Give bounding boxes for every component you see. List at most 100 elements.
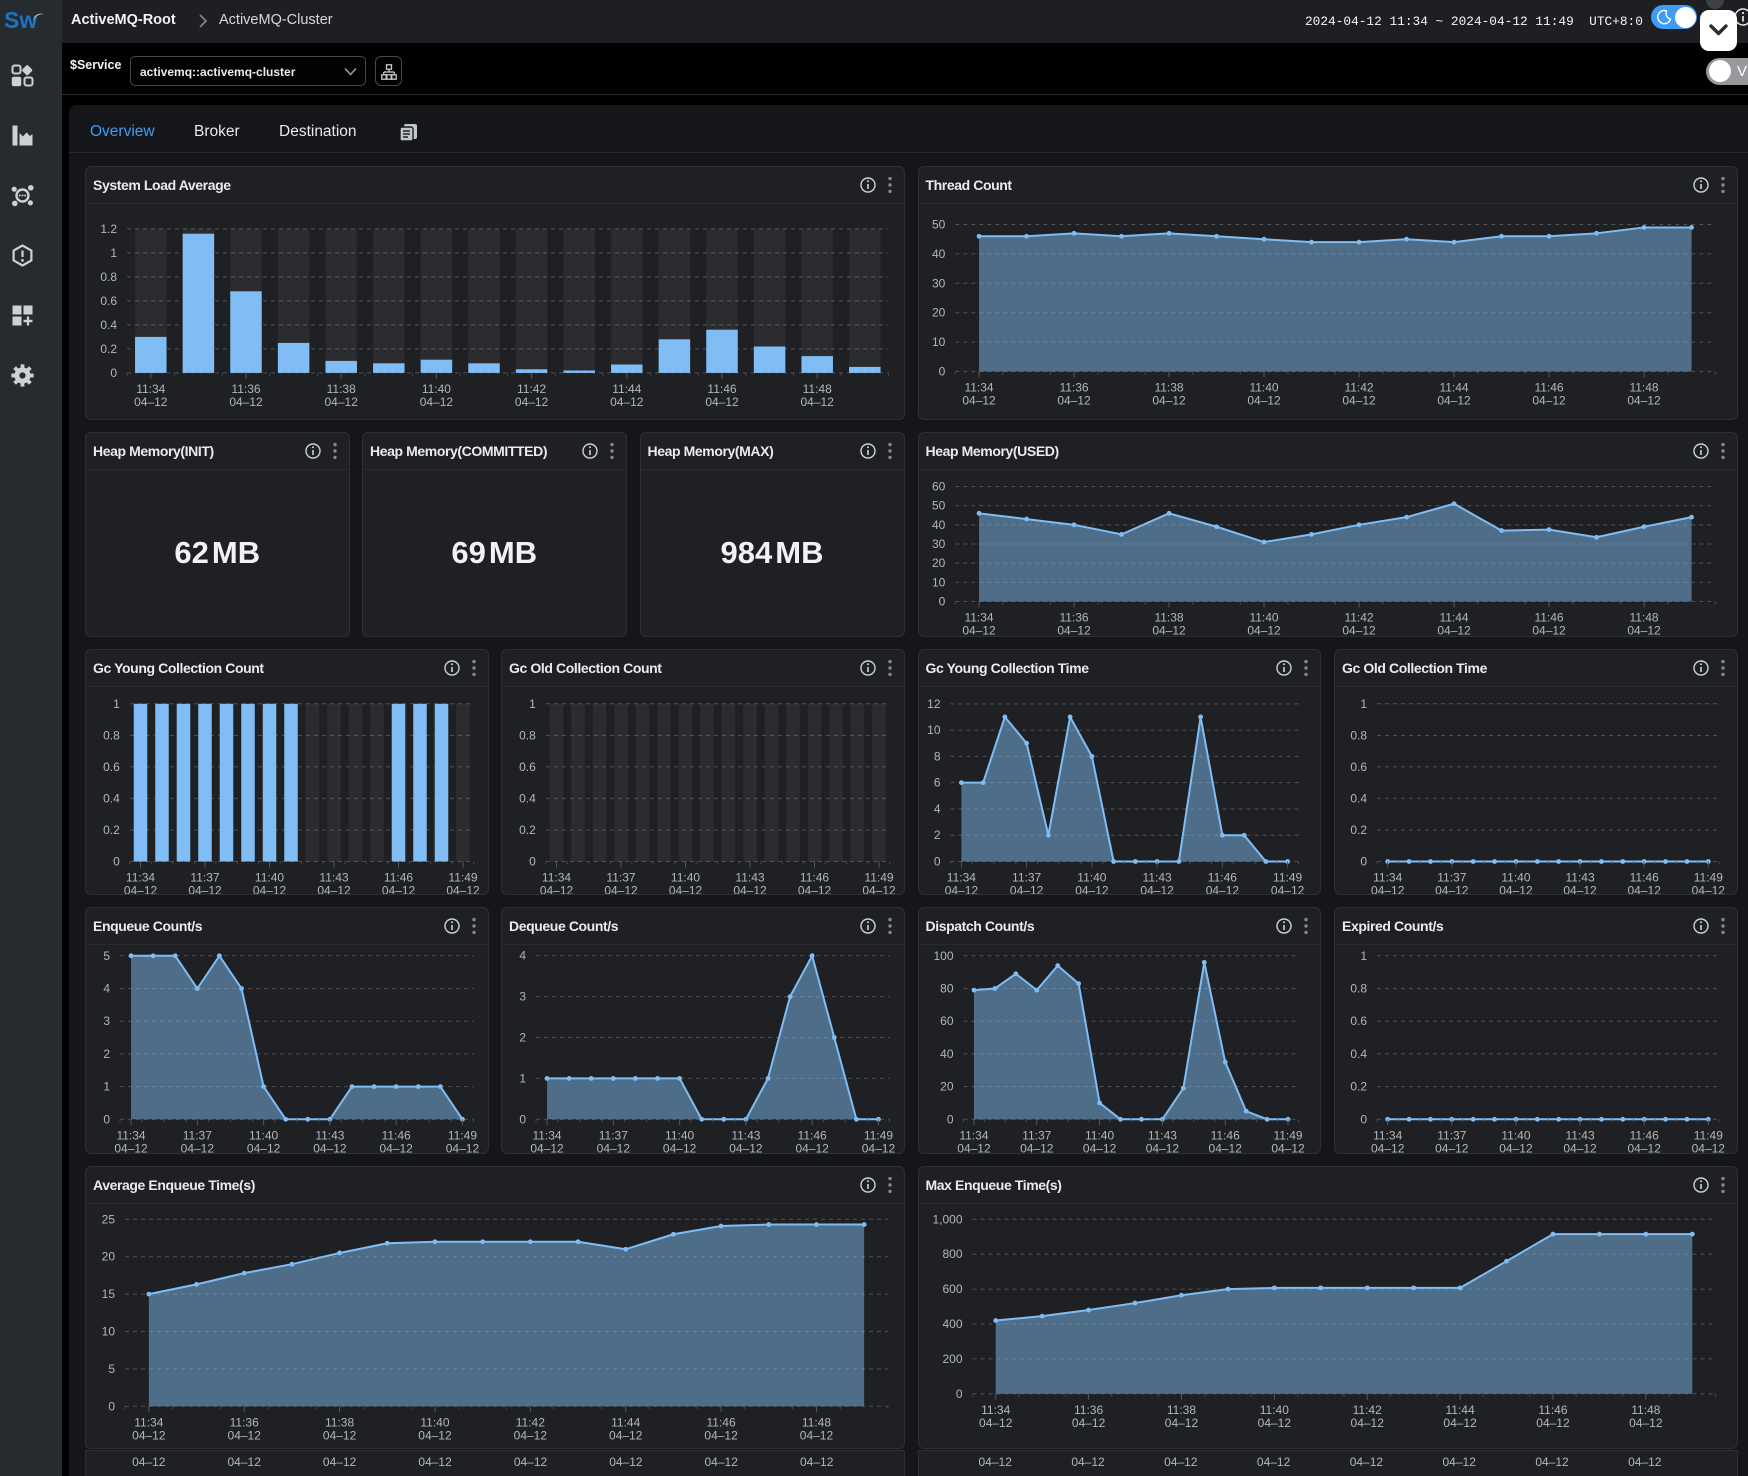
svg-text:0.6: 0.6 <box>1350 1014 1367 1028</box>
svg-text:04–12: 04–12 <box>1205 883 1239 894</box>
svg-text:11:38: 11:38 <box>325 1415 354 1429</box>
svg-text:04–12: 04–12 <box>669 883 703 894</box>
svg-text:11:37: 11:37 <box>1022 1128 1051 1142</box>
svg-text:04–12: 04–12 <box>124 883 158 894</box>
svg-text:4: 4 <box>103 981 110 995</box>
svg-text:04–12: 04–12 <box>1071 1455 1105 1469</box>
svg-text:1: 1 <box>103 1079 110 1093</box>
svg-text:0.2: 0.2 <box>100 341 117 355</box>
svg-text:04–12: 04–12 <box>795 1141 829 1153</box>
svg-text:5: 5 <box>103 948 110 962</box>
svg-text:04–12: 04–12 <box>1075 883 1109 894</box>
svg-text:11:46: 11:46 <box>1534 610 1563 624</box>
svg-text:0: 0 <box>110 365 117 379</box>
svg-text:04–12: 04–12 <box>729 1141 763 1153</box>
svg-text:11:49: 11:49 <box>864 1128 893 1142</box>
svg-text:0.6: 0.6 <box>103 759 120 773</box>
svg-text:11:46: 11:46 <box>1538 1402 1567 1416</box>
svg-text:11:46: 11:46 <box>707 381 736 395</box>
svg-text:04–12: 04–12 <box>1057 623 1091 636</box>
svg-text:0.2: 0.2 <box>519 822 536 836</box>
svg-text:0.8: 0.8 <box>1350 728 1367 742</box>
svg-text:0.6: 0.6 <box>100 293 117 307</box>
svg-text:3: 3 <box>103 1014 110 1028</box>
svg-text:100: 100 <box>933 948 953 962</box>
svg-text:04–12: 04–12 <box>379 1141 413 1153</box>
svg-text:11:40: 11:40 <box>1249 610 1278 624</box>
svg-text:04–12: 04–12 <box>313 1141 347 1153</box>
svg-text:11:37: 11:37 <box>1012 870 1041 884</box>
svg-text:04–12: 04–12 <box>132 1428 166 1442</box>
svg-text:04–12: 04–12 <box>979 1415 1013 1429</box>
svg-text:11:43: 11:43 <box>319 870 348 884</box>
svg-text:11:37: 11:37 <box>1437 1128 1466 1142</box>
svg-text:11:38: 11:38 <box>1154 610 1183 624</box>
svg-text:0: 0 <box>946 1112 953 1126</box>
svg-text:0: 0 <box>955 1386 962 1400</box>
svg-text:04–12: 04–12 <box>418 1455 452 1469</box>
svg-text:11:43: 11:43 <box>1565 1128 1594 1142</box>
svg-text:04–12: 04–12 <box>800 1455 834 1469</box>
svg-text:04–12: 04–12 <box>1270 883 1304 894</box>
svg-text:0: 0 <box>933 854 940 868</box>
svg-text:11:42: 11:42 <box>516 1415 545 1429</box>
svg-text:04–12: 04–12 <box>228 1428 262 1442</box>
svg-text:11:44: 11:44 <box>1439 380 1468 394</box>
svg-text:04–12: 04–12 <box>1499 1141 1533 1153</box>
svg-text:04–12: 04–12 <box>1247 623 1281 636</box>
svg-text:04–12: 04–12 <box>253 883 287 894</box>
svg-text:0.8: 0.8 <box>100 269 117 283</box>
svg-text:60: 60 <box>931 479 945 493</box>
svg-text:11:46: 11:46 <box>1630 870 1659 884</box>
svg-text:04–12: 04–12 <box>1164 1415 1198 1429</box>
svg-text:04–12: 04–12 <box>1247 393 1281 407</box>
svg-text:04–12: 04–12 <box>1499 883 1533 894</box>
svg-text:11:37: 11:37 <box>599 1128 628 1142</box>
svg-text:11:37: 11:37 <box>606 870 635 884</box>
svg-text:04–12: 04–12 <box>1164 1455 1198 1469</box>
svg-text:20: 20 <box>931 305 945 319</box>
svg-text:04–12: 04–12 <box>228 1455 262 1469</box>
svg-text:04–12: 04–12 <box>1271 1141 1305 1153</box>
svg-text:11:43: 11:43 <box>1565 870 1594 884</box>
svg-text:1: 1 <box>1360 948 1367 962</box>
svg-text:11:40: 11:40 <box>665 1128 694 1142</box>
svg-text:04–12: 04–12 <box>1071 1415 1105 1429</box>
svg-text:11:48: 11:48 <box>1629 380 1658 394</box>
svg-text:0.4: 0.4 <box>519 791 536 805</box>
svg-text:04–12: 04–12 <box>1437 393 1471 407</box>
svg-text:1: 1 <box>519 1071 526 1085</box>
svg-text:04–12: 04–12 <box>188 883 222 894</box>
svg-text:11:49: 11:49 <box>864 870 893 884</box>
svg-text:11:49: 11:49 <box>1273 870 1302 884</box>
svg-text:04–12: 04–12 <box>604 883 638 894</box>
svg-text:04–12: 04–12 <box>1140 883 1174 894</box>
svg-text:04–12: 04–12 <box>1628 883 1662 894</box>
svg-text:0: 0 <box>108 1399 115 1413</box>
svg-text:2: 2 <box>103 1046 110 1060</box>
svg-text:04–12: 04–12 <box>114 1141 148 1153</box>
svg-text:04–12: 04–12 <box>1145 1141 1179 1153</box>
svg-text:11:40: 11:40 <box>249 1128 278 1142</box>
svg-text:11:34: 11:34 <box>1373 870 1402 884</box>
svg-text:04–12: 04–12 <box>1532 393 1566 407</box>
svg-text:0: 0 <box>1360 1112 1367 1126</box>
svg-text:30: 30 <box>931 536 945 550</box>
svg-text:1: 1 <box>529 696 536 710</box>
svg-text:04–12: 04–12 <box>1350 1415 1384 1429</box>
svg-text:11:48: 11:48 <box>1631 1402 1660 1416</box>
svg-text:04–12: 04–12 <box>1443 1415 1477 1429</box>
svg-text:0: 0 <box>529 854 536 868</box>
svg-text:11:40: 11:40 <box>1501 870 1530 884</box>
svg-text:11:40: 11:40 <box>1501 1128 1530 1142</box>
svg-text:11:34: 11:34 <box>136 381 165 395</box>
svg-text:11:37: 11:37 <box>1437 870 1466 884</box>
svg-text:04–12: 04–12 <box>979 1455 1013 1469</box>
svg-text:04–12: 04–12 <box>1628 1455 1662 1469</box>
svg-text:0.6: 0.6 <box>519 759 536 773</box>
svg-text:4: 4 <box>519 948 526 962</box>
svg-text:0: 0 <box>1360 854 1367 868</box>
svg-text:11:40: 11:40 <box>420 1415 449 1429</box>
svg-text:11:44: 11:44 <box>612 381 641 395</box>
svg-text:0: 0 <box>113 854 120 868</box>
